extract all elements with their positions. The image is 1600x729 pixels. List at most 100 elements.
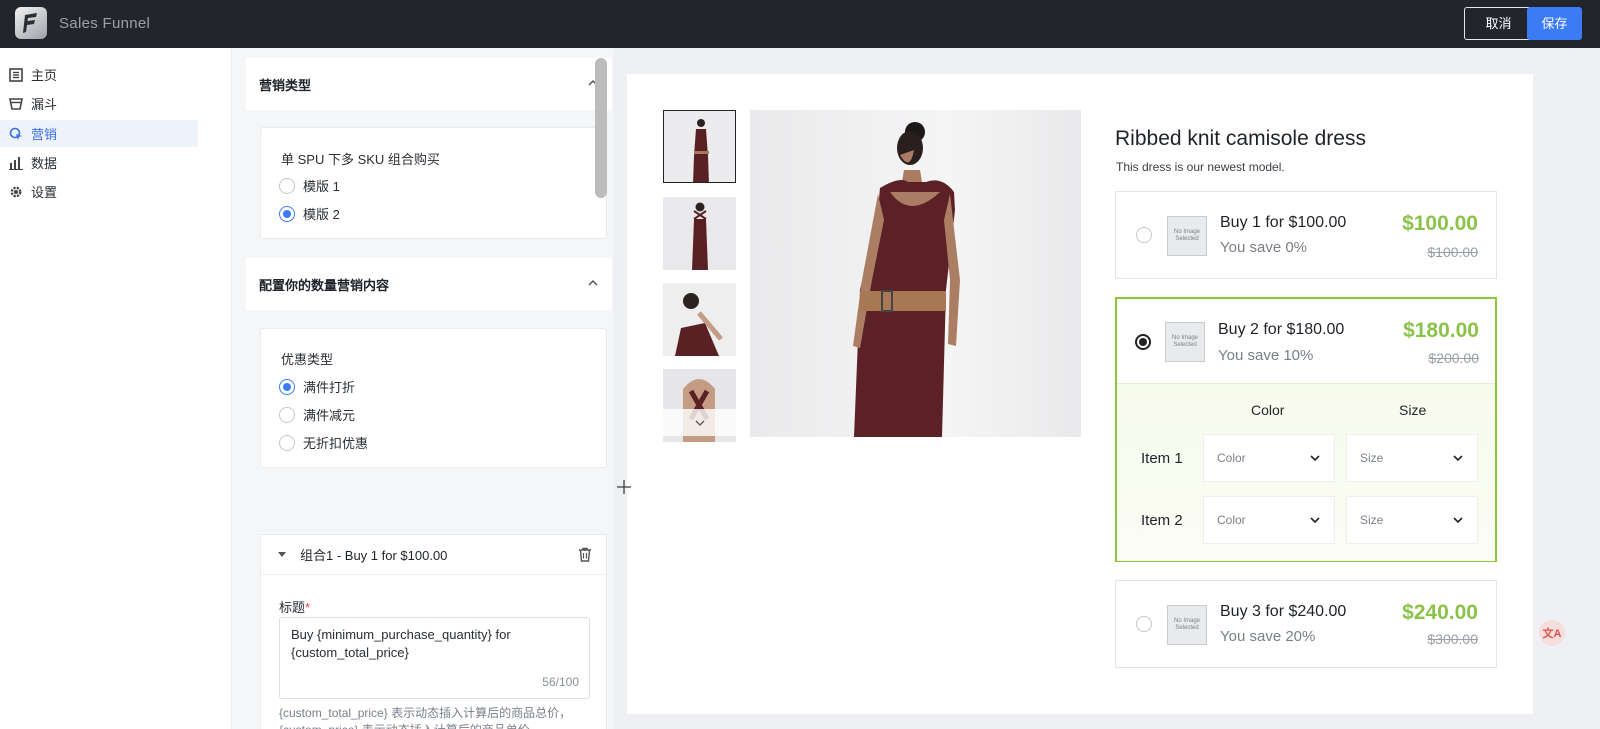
radio-label: 模版 2 [303, 207, 340, 222]
item-label: Item 1 [1141, 450, 1183, 467]
color-column-header: Color [1251, 402, 1285, 418]
chevron-down-icon [1310, 455, 1320, 462]
chevron-down-icon [1453, 517, 1463, 524]
card-title: 单 SPU 下多 SKU 组合购买 [281, 152, 440, 167]
offer-option-2[interactable]: No Image Selected Buy 2 for $180.00 You … [1115, 297, 1497, 562]
translate-float-icon[interactable]: 文A [1539, 620, 1565, 646]
radio-icon[interactable] [279, 434, 295, 451]
help-text: {custom_total_price} 表示动态插入计算后的商品总价，{cus… [279, 706, 572, 729]
cancel-button[interactable]: 取消 [1464, 7, 1533, 40]
size-select[interactable]: Size [1346, 496, 1478, 544]
radio-discount-amount[interactable]: 满件减元 [279, 405, 355, 424]
app-title: Sales Funnel [59, 15, 151, 32]
radio-no-discount[interactable]: 无折扣优惠 [279, 433, 368, 452]
template-card: 单 SPU 下多 SKU 组合购买 模版 1 模版 2 [260, 127, 607, 239]
variant-selector: Color Size Item 1 Color Size Item 2 Colo… [1117, 383, 1495, 561]
required-mark: * [305, 600, 311, 615]
sidebar: 主页 漏斗 营销 数据 设置 [0, 48, 232, 729]
save-button[interactable]: 保存 [1527, 7, 1582, 40]
product-main-image [750, 110, 1081, 437]
item-label: Item 2 [1141, 512, 1183, 529]
sidebar-item-home[interactable]: 主页 [0, 61, 198, 88]
card-title: 优惠类型 [281, 352, 334, 367]
marketing-icon [9, 127, 22, 140]
crosshair-cursor-icon [617, 480, 631, 494]
title-field-label: 标题* [279, 600, 311, 615]
sidebar-item-funnel[interactable]: 漏斗 [0, 90, 198, 117]
radio-icon[interactable] [279, 177, 295, 194]
offer-option-1[interactable]: No Image Selected Buy 1 for $100.00 You … [1115, 191, 1497, 279]
select-value: Color [1217, 451, 1246, 465]
select-value: Color [1217, 513, 1246, 527]
no-image-placeholder: No Image Selected [1165, 322, 1205, 362]
radio-label: 无折扣优惠 [303, 436, 369, 451]
offer-label: Buy 3 for $240.00 [1220, 603, 1347, 620]
discount-type-card: 优惠类型 满件打折 满件减元 无折扣优惠 [260, 328, 607, 468]
bar-chart-icon [9, 156, 23, 170]
char-counter: 56/100 [542, 675, 579, 689]
section-header-marketing-type[interactable]: 营销类型 [246, 58, 612, 110]
size-select[interactable]: Size [1346, 434, 1478, 482]
config-panel: 营销类型 单 SPU 下多 SKU 组合购买 模版 1 模版 2 配置你的数量营… [232, 48, 613, 729]
offer-old-price: $200.00 [1428, 350, 1479, 366]
offer-old-price: $300.00 [1427, 631, 1478, 647]
offer-label: Buy 2 for $180.00 [1218, 321, 1345, 338]
chevron-up-icon[interactable] [588, 278, 598, 288]
select-value: Size [1360, 451, 1384, 465]
offer-old-price: $100.00 [1427, 244, 1478, 260]
radio-discount-percent[interactable]: 满件打折 [279, 377, 355, 396]
radio-label: 满件打折 [303, 380, 356, 395]
offer-savings: You save 10% [1218, 347, 1314, 364]
panel-scrollbar[interactable] [595, 58, 607, 198]
sidebar-item-data[interactable]: 数据 [0, 149, 198, 176]
product-title: Ribbed knit camisole dress [1115, 127, 1366, 150]
sidebar-item-marketing[interactable]: 营销 [0, 120, 198, 147]
thumbnail-scroll-down[interactable] [663, 409, 736, 436]
product-thumbnail[interactable] [663, 110, 736, 183]
sidebar-item-label: 营销 [31, 127, 58, 142]
radio-icon[interactable] [279, 406, 295, 423]
trash-icon[interactable] [578, 547, 592, 562]
offer-savings: You save 0% [1220, 239, 1308, 256]
app-logo-icon [15, 7, 47, 39]
section-title: 营销类型 [259, 77, 312, 93]
radio-label: 模版 1 [303, 179, 340, 194]
no-image-placeholder: No Image Selected [1167, 216, 1207, 256]
list-icon [9, 67, 23, 82]
sidebar-item-settings[interactable]: 设置 [0, 178, 198, 205]
radio-label: 满件减元 [303, 408, 356, 423]
combo-title: 组合1 - Buy 1 for $100.00 [300, 548, 448, 563]
sidebar-item-label: 漏斗 [31, 97, 58, 112]
caret-down-icon[interactable] [278, 552, 286, 557]
product-thumbnail[interactable] [663, 283, 736, 356]
color-select[interactable]: Color [1203, 434, 1335, 482]
textarea-value: Buy {minimum_purchase_quantity} for {cus… [291, 627, 511, 660]
sidebar-item-label: 数据 [31, 156, 58, 171]
no-image-placeholder: No Image Selected [1167, 605, 1207, 645]
product-thumbnail[interactable] [663, 197, 736, 270]
chevron-down-icon[interactable] [695, 420, 705, 426]
chevron-down-icon [1310, 517, 1320, 524]
section-header-quantity-content[interactable]: 配置你的数量营销内容 [246, 258, 612, 310]
radio-template-2[interactable]: 模版 2 [279, 204, 340, 223]
offer-savings: You save 20% [1220, 628, 1316, 645]
offer-radio[interactable] [1135, 334, 1151, 350]
offer-option-3[interactable]: No Image Selected Buy 3 for $240.00 You … [1115, 580, 1497, 668]
offer-price: $100.00 [1402, 212, 1478, 235]
select-value: Size [1360, 513, 1384, 527]
sidebar-item-label: 设置 [31, 185, 58, 200]
radio-icon[interactable] [279, 205, 295, 222]
top-bar: Sales Funnel 取消 保存 [0, 0, 1600, 48]
combo-card: 组合1 - Buy 1 for $100.00 标题* Buy {minimum… [260, 534, 607, 729]
color-select[interactable]: Color [1203, 496, 1335, 544]
offer-radio[interactable] [1136, 616, 1152, 632]
radio-template-1[interactable]: 模版 1 [279, 176, 340, 195]
size-column-header: Size [1399, 402, 1427, 418]
radio-icon[interactable] [279, 378, 295, 395]
product-description: This dress is our newest model. [1116, 160, 1285, 174]
title-textarea[interactable]: Buy {minimum_purchase_quantity} for {cus… [279, 617, 590, 699]
offer-price: $240.00 [1402, 601, 1478, 624]
combo-header[interactable]: 组合1 - Buy 1 for $100.00 [261, 535, 606, 575]
chevron-down-icon [1453, 455, 1463, 462]
offer-radio[interactable] [1136, 227, 1152, 243]
